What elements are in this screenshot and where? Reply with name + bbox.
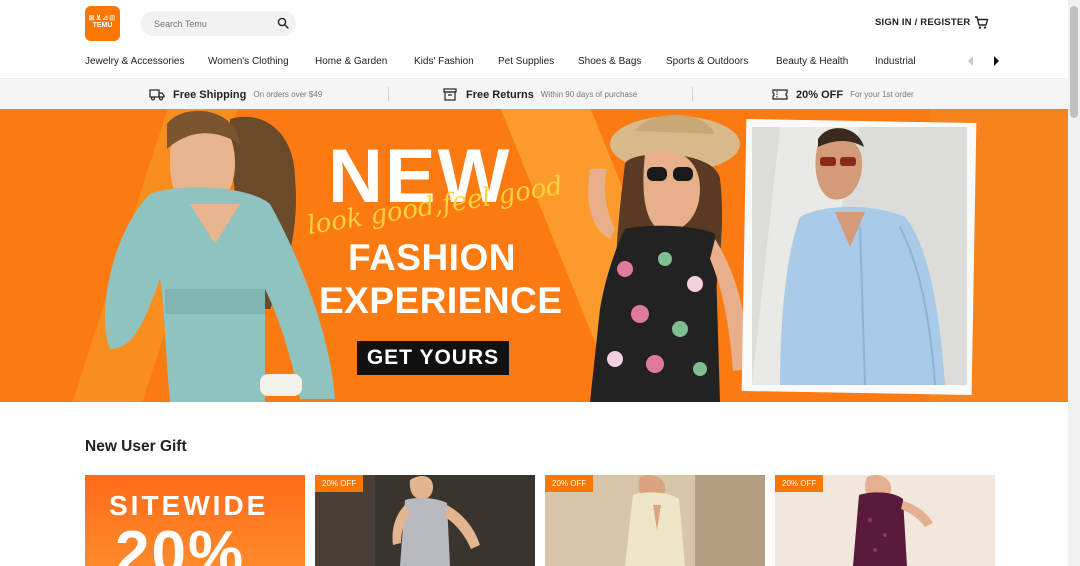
category-industrial[interactable]: Industrial: [875, 56, 916, 67]
header: ⊠⊻⊿⊡ TEMU SIGN IN / REGISTER: [0, 0, 1068, 46]
category-pet-supplies[interactable]: Pet Supplies: [498, 56, 554, 67]
category-beauty-health[interactable]: Beauty & Health: [776, 56, 848, 67]
category-womens-clothing[interactable]: Women's Clothing: [208, 56, 289, 67]
benefit-subtitle: For your 1st order: [850, 90, 914, 99]
coupon-icon: [772, 89, 788, 100]
category-nav: Jewelry & Accessories Women's Clothing H…: [0, 46, 1068, 77]
category-kids-fashion[interactable]: Kids' Fashion: [414, 56, 474, 67]
banner-subtitle-experience: EXPERIENCE: [319, 280, 563, 321]
category-shoes-bags[interactable]: Shoes & Bags: [578, 56, 641, 67]
benefit-subtitle: Within 90 days of purchase: [540, 90, 638, 99]
truck-icon: [149, 89, 165, 101]
logo-text: TEMU: [92, 22, 113, 30]
category-jewelry[interactable]: Jewelry & Accessories: [85, 56, 184, 67]
get-yours-button[interactable]: GET YOURS: [357, 341, 509, 375]
benefit-free-shipping: Free Shipping On orders over $49: [149, 88, 322, 101]
benefit-free-returns: Free Returns Within 90 days of purchase: [442, 88, 637, 101]
divider: [692, 87, 693, 101]
logo-symbols: ⊠⊻⊿⊡: [88, 15, 117, 22]
return-box-icon: [443, 88, 457, 101]
cart-icon[interactable]: [974, 15, 989, 30]
search-icon[interactable]: [277, 17, 289, 29]
sign-in-register-link[interactable]: SIGN IN / REGISTER: [875, 17, 970, 28]
benefit-title: Free Returns: [466, 88, 534, 101]
product-card[interactable]: 20% OFF: [315, 475, 535, 566]
temu-logo[interactable]: ⊠⊻⊿⊡ TEMU: [85, 6, 120, 41]
benefit-title: 20% OFF: [796, 88, 844, 101]
model-teal-knit-image: [104, 110, 335, 402]
discount-badge: 20% OFF: [545, 475, 594, 492]
model-floral-dress-image: [588, 114, 747, 402]
category-sports-outdoors[interactable]: Sports & Outdoors: [666, 56, 748, 67]
discount-badge: 20% OFF: [315, 475, 364, 492]
scrollbar-thumb[interactable]: [1070, 6, 1078, 118]
sitewide-percent: 20%: [115, 519, 246, 566]
search-input[interactable]: [154, 18, 272, 29]
hero-banner[interactable]: NEW look good,feel good FASHION EXPERIEN…: [0, 109, 1068, 402]
section-title: New User Gift: [85, 438, 187, 455]
category-home-garden[interactable]: Home & Garden: [315, 56, 387, 67]
sitewide-promo-card[interactable]: SITEWIDE 20%: [85, 475, 305, 566]
chevron-right-icon[interactable]: [992, 56, 1000, 66]
benefit-subtitle: On orders over $49: [253, 90, 323, 99]
product-card[interactable]: 20% OFF: [545, 475, 765, 566]
product-card[interactable]: 20% OFF: [775, 475, 995, 566]
chevron-left-icon[interactable]: [967, 56, 975, 66]
sitewide-text: SITEWIDE: [109, 490, 269, 521]
benefits-bar: Free Shipping On orders over $49 Free Re…: [0, 78, 1068, 109]
discount-badge: 20% OFF: [775, 475, 824, 492]
temu-homepage: ⊠⊻⊿⊡ TEMU SIGN IN / REGISTER Jewelry & A…: [0, 0, 1080, 566]
search-bar[interactable]: [141, 11, 296, 36]
benefit-discount: 20% OFF For your 1st order: [772, 88, 914, 101]
divider: [388, 87, 389, 101]
model-blue-shirt-image: [741, 118, 977, 395]
benefit-title: Free Shipping: [173, 88, 247, 101]
banner-subtitle-fashion: FASHION: [348, 237, 516, 278]
